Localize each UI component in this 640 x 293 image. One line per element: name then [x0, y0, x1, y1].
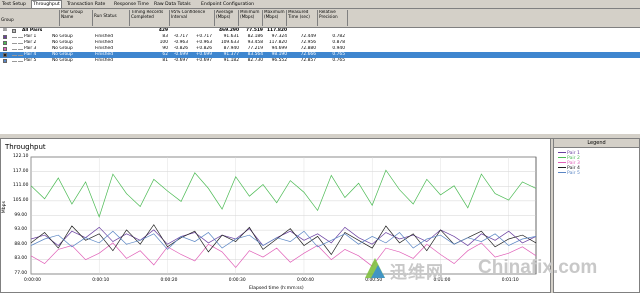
col-group[interactable]: Group [0, 10, 60, 26]
relative-precision: 0.765 [332, 58, 345, 63]
tree-connector [12, 61, 17, 62]
legend-label: Pair 5 [567, 171, 580, 176]
tree-connector [12, 37, 17, 38]
tab-test-setup[interactable]: Test Setup [1, 1, 27, 8]
legend-swatch [558, 167, 566, 168]
table-row[interactable]: Pair 5 No Group Finished 81 -0.697 +0.697 91.1… [0, 58, 640, 64]
tab-bar: Test Setup Throughput Transaction Rate R… [0, 0, 640, 9]
legend-swatch [558, 172, 566, 173]
pair-icon [3, 47, 7, 51]
tree-connector [12, 43, 17, 44]
maximum-value: 96.552 [271, 58, 287, 63]
watermark-english-text: Chinafix.com [478, 257, 598, 278]
legend-swatch [558, 157, 566, 158]
throughput-chart-panel: Throughput Mbps Elapsed time (h:mm:ss) 1… [0, 138, 551, 293]
tab-endpoint-configuration[interactable]: Endpoint Configuration [200, 1, 255, 8]
tree-connector [18, 61, 23, 62]
average-value: 91.182 [223, 58, 239, 63]
tree-connector [18, 43, 23, 44]
col-average[interactable]: Average (Mbps) [215, 10, 239, 26]
ci-high: +0.697 [195, 58, 212, 63]
tree-connector [18, 55, 23, 56]
pair-icon [3, 59, 7, 63]
legend-swatch [558, 162, 566, 163]
pair-group-name: No Group [52, 58, 73, 63]
col-measured-time[interactable]: Measured Time (sec) [287, 10, 318, 26]
col-pair-group-name[interactable]: Pair Group Name [60, 10, 93, 26]
watermark-chinese-text: 迅维网 [390, 263, 444, 283]
col-relative-precision[interactable]: Relative Precision [318, 10, 348, 26]
legend-swatch [558, 152, 566, 153]
timing-records: 81 [162, 58, 168, 63]
col-minimum[interactable]: Minimum (Mbps) [239, 10, 263, 26]
pair-name: Pair 5 [24, 58, 37, 63]
col-timing-records[interactable]: Timing Records Completed [130, 10, 170, 26]
legend-title: Legend [554, 139, 639, 148]
tree-connector [18, 49, 23, 50]
all-pairs-icon [12, 29, 16, 33]
tab-response-time[interactable]: Response Time [113, 1, 150, 8]
ci-low: -0.697 [173, 58, 188, 63]
watermark-logo-icon [365, 258, 385, 278]
pair-icon [3, 35, 7, 39]
tab-raw-data-totals[interactable]: Raw Data Totals [153, 1, 192, 8]
legend-item[interactable]: Pair 5 [558, 171, 580, 176]
col-run-status[interactable]: Run Status [93, 10, 130, 26]
run-status: Finished [95, 58, 113, 63]
table-header: Group Pair Group Name Run Status Timing … [0, 9, 640, 28]
col-confidence-interval[interactable]: 95% Confidence Interval [170, 10, 215, 26]
pair-icon [3, 53, 7, 57]
tree-connector [18, 37, 23, 38]
tab-transaction-rate[interactable]: Transaction Rate [66, 1, 106, 8]
measured-time: 72.857 [300, 58, 316, 63]
minimum-value: 82.730 [247, 58, 263, 63]
pair-icon [3, 41, 7, 45]
tree-connector [12, 49, 17, 50]
results-table: Group Pair Group Name Run Status Timing … [0, 9, 640, 133]
throughput-plot [30, 156, 537, 275]
col-maximum[interactable]: Maximum (Mbps) [263, 10, 287, 26]
tree-connector [12, 55, 17, 56]
